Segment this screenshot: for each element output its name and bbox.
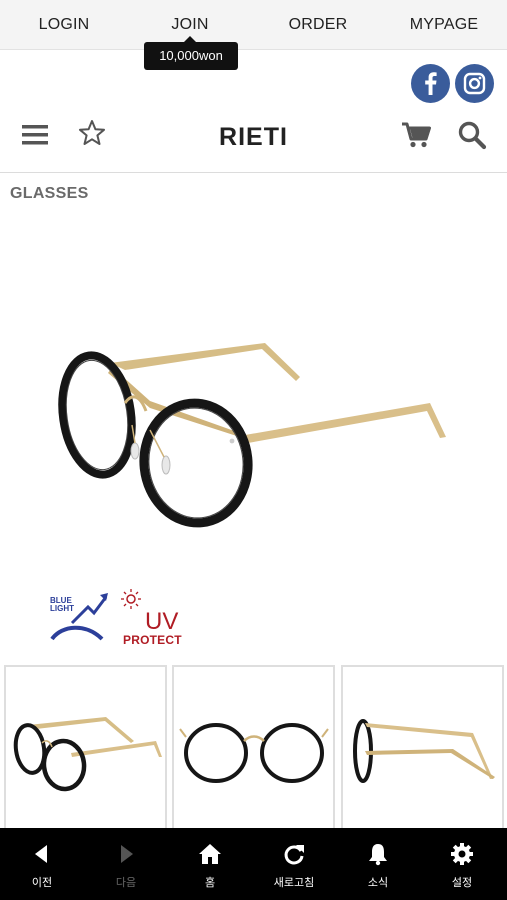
back-icon	[35, 845, 47, 863]
news-button[interactable]: 소식	[336, 828, 420, 900]
join-reward-tooltip: 10,000won	[144, 36, 238, 70]
product-main-image[interactable]	[0, 215, 507, 585]
order-link[interactable]: ORDER	[276, 0, 360, 50]
settings-button[interactable]: 설정	[420, 828, 504, 900]
category-title: GLASSES	[10, 185, 89, 202]
home-icon	[199, 844, 221, 864]
blue-light-label: BLUE LIGHT	[50, 596, 74, 613]
facebook-button[interactable]	[411, 64, 450, 103]
facebook-icon	[425, 72, 437, 95]
uv-protect-label: PROTECT	[123, 633, 182, 647]
app-bottom-bar: 이전 다음 홈 새로고침 소식 설정	[0, 828, 507, 900]
refresh-button[interactable]: 새로고침	[252, 828, 336, 900]
home-button[interactable]: 홈	[168, 828, 252, 900]
thumbnail-front[interactable]	[172, 665, 335, 830]
instagram-button[interactable]	[455, 64, 494, 103]
refresh-label: 새로고침	[273, 877, 315, 889]
bell-icon	[369, 844, 387, 866]
login-link[interactable]: LOGIN	[22, 0, 106, 50]
cart-icon[interactable]	[401, 121, 431, 149]
thumbnail-angle[interactable]	[4, 665, 167, 830]
back-label: 이전	[31, 877, 53, 889]
news-label: 소식	[367, 877, 389, 889]
back-button[interactable]: 이전	[0, 828, 84, 900]
thumbnail-gallery	[0, 665, 507, 830]
instagram-icon	[463, 72, 486, 95]
forward-label: 다음	[115, 877, 137, 889]
site-header: RIETI	[0, 105, 507, 173]
refresh-icon	[284, 845, 304, 865]
gear-icon	[451, 843, 473, 865]
home-label: 홈	[204, 877, 216, 889]
top-nav: LOGIN JOIN ORDER MYPAGE	[0, 0, 507, 50]
forward-icon	[121, 845, 133, 863]
mypage-link[interactable]: MYPAGE	[402, 0, 486, 50]
settings-label: 설정	[451, 877, 473, 889]
thumbnail-side[interactable]	[341, 665, 504, 830]
uv-label: UV	[145, 608, 179, 635]
forward-button[interactable]: 다음	[84, 828, 168, 900]
search-icon[interactable]	[457, 120, 487, 150]
